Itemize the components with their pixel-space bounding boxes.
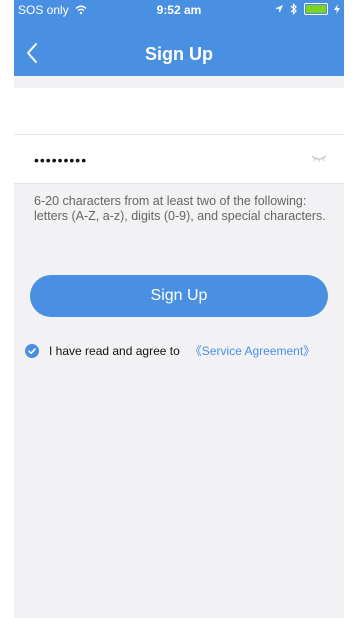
- check-circle-icon[interactable]: [25, 343, 39, 358]
- eye-closed-icon[interactable]: [310, 153, 328, 163]
- phone-screen: SOS only 9:52 am Sign Up ••••••••• 6-20 …: [14, 0, 344, 618]
- sign-up-button[interactable]: Sign Up: [30, 275, 328, 317]
- password-field[interactable]: •••••••••: [14, 135, 344, 184]
- bluetooth-icon: [290, 3, 297, 15]
- location-arrow-icon: [275, 5, 283, 13]
- battery-icon: [304, 3, 328, 15]
- account-field[interactable]: [14, 88, 344, 136]
- status-bar: SOS only 9:52 am: [14, 0, 344, 20]
- service-agreement-link[interactable]: 《Service Agreement》: [190, 342, 315, 359]
- nav-bar: Sign Up: [14, 32, 344, 76]
- charging-icon: [334, 4, 340, 14]
- page-title: Sign Up: [145, 44, 213, 64]
- account-input[interactable]: [30, 88, 294, 136]
- agreement-row: I have read and agree to 《Service Agreem…: [25, 342, 315, 359]
- password-hint: 6-20 characters from at least two of the…: [34, 194, 326, 223]
- header: SOS only 9:52 am Sign Up: [14, 0, 344, 76]
- status-right: [274, 3, 340, 15]
- agreement-text: I have read and agree to: [49, 343, 180, 358]
- password-input[interactable]: •••••••••: [34, 152, 87, 168]
